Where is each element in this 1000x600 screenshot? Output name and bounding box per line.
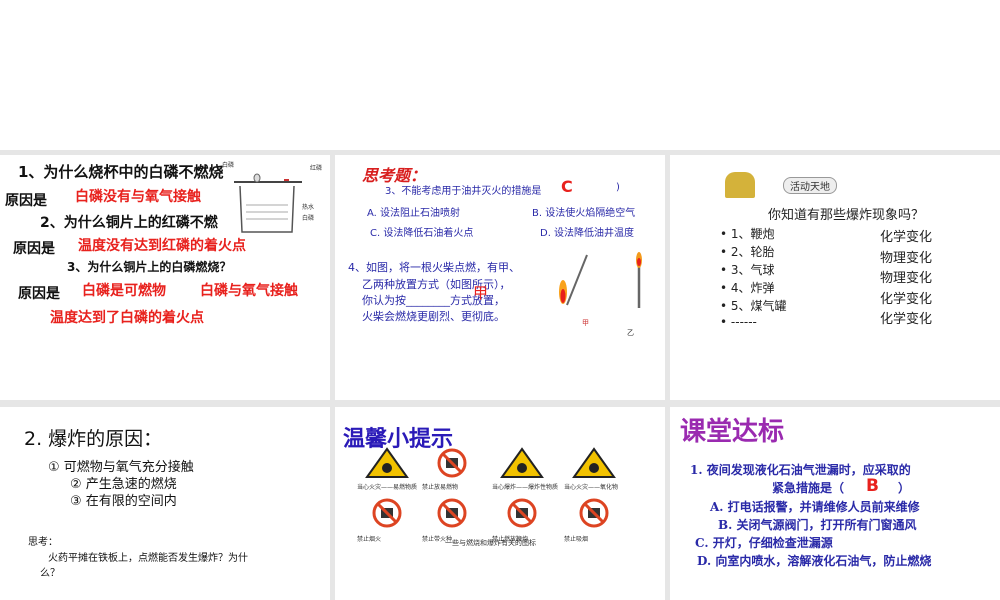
prohibition-sign-icon xyxy=(430,447,474,483)
activity-banner: 活动天地 xyxy=(725,170,865,200)
slide-2-thinking[interactable]: 思考题： 3、不能考虑用于油井灭火的措施是 C ) A. 设法阻止石油喷射 B.… xyxy=(335,155,665,400)
answer-2: 温度没有达到红磷的着火点 xyxy=(78,238,246,254)
boy-icon xyxy=(725,172,755,198)
bullet-item: • 3、气球 xyxy=(720,263,775,277)
option-c: C. 设法降低石油着火点 xyxy=(370,228,474,239)
sign-label: 禁止放易燃物 xyxy=(422,484,459,491)
think-text: 火药平摊在铁板上，点燃能否发生爆炸？为什 xyxy=(48,553,248,564)
signs-caption: 一些与燃烧和爆炸有关的图标 xyxy=(445,539,536,547)
answer-1: 白磷没有与氧气接触 xyxy=(75,189,201,205)
option-d: D. 设法降低油井温度 xyxy=(540,228,635,239)
answer-3c: 温度达到了白磷的着火点 xyxy=(50,310,204,326)
slide-3-activity[interactable]: 活动天地 你知道有那些爆炸现象吗？ • 1、鞭炮 化学变化 • 2、轮胎 物理变化 • … xyxy=(670,155,1000,400)
change-type: 物理变化 xyxy=(880,250,933,266)
cause-point: ③ 在有限的空间内 xyxy=(70,494,177,509)
option-a: A. 打电话报警，并请维修人员前来维修 xyxy=(710,500,920,514)
question-2: 2、为什么铜片上的红磷不燃 xyxy=(40,215,218,231)
answer-b: B xyxy=(866,476,879,496)
option-b: B. 关闭气源阀门，打开所有门窗通风 xyxy=(718,518,917,532)
prohibition-sign-icon xyxy=(365,497,409,533)
item-label: 2、轮胎 xyxy=(730,245,775,259)
label-hot-water: 热水 xyxy=(302,204,315,211)
slide-6-classroom-quiz[interactable]: 课堂达标 1. 夜间发现液化石油气泄漏时，应采取的 紧急措施是（ B ） A. … xyxy=(670,407,1000,600)
question-4-line: 4、如图，将一根火柴点燃，有甲、 xyxy=(348,261,520,274)
question-4-line: 火柴会燃烧更剧烈、更彻底。 xyxy=(362,310,505,323)
option-d: D. 向室内喷水，溶解液化石油气，防止燃烧 xyxy=(697,554,932,568)
item-label: 4、炸弹 xyxy=(730,281,775,295)
sign-label: 当心爆炸——爆炸性物质 xyxy=(492,484,559,491)
answer-jia: 甲 xyxy=(473,284,489,302)
reason-label: 原因是 xyxy=(5,193,47,209)
beaker-diagram: 白磷 红磷 热水 白磷 xyxy=(222,160,327,235)
answer-3a: 白磷是可燃物 xyxy=(82,283,166,299)
option-b: B. 设法使火焰隔绝空气 xyxy=(532,208,636,219)
reason-label: 原因是 xyxy=(13,241,55,257)
answer-3b: 白磷与氧气接触 xyxy=(200,283,298,299)
option-c: C. 开灯，仔细检查泄漏源 xyxy=(695,536,833,550)
think-label: 思考： xyxy=(28,537,58,548)
question-3: 3、为什么铜片上的白磷燃烧？ xyxy=(67,260,232,274)
bullet-item: • 1、鞭炮 xyxy=(720,227,775,241)
bullet-item: • 4、炸弹 xyxy=(720,281,775,295)
label-jia: 甲 xyxy=(582,319,589,327)
item-label: ------ xyxy=(730,315,757,329)
think-text: 么？ xyxy=(40,568,60,579)
sign-label: 当心火灾——易燃物质 xyxy=(357,484,418,491)
label-red-p: 红磷 xyxy=(310,165,323,172)
slide-5-safety-tips[interactable]: 温馨小提示 当心火灾——易燃物质 禁止放易燃物 当心爆炸——爆炸性物质 当心火灾——氧… xyxy=(335,407,665,600)
warning-sign-icon xyxy=(365,447,409,483)
change-type: 化学变化 xyxy=(880,312,933,327)
reason-label: 原因是 xyxy=(18,286,60,302)
question-4-line: 乙两种放置方式（如图所示）， xyxy=(362,278,511,291)
label-white-p-water: 白磷 xyxy=(302,215,315,222)
answer-c: C xyxy=(561,177,573,196)
slide-1-combustion[interactable]: 1、为什么烧杯中的白磷不燃烧 原因是 白磷没有与氧气接触 2、为什么铜片上的红磷… xyxy=(0,155,330,400)
bullet-item: • 2、轮胎 xyxy=(720,245,775,259)
close-paren: ) xyxy=(616,182,620,193)
change-type: 化学变化 xyxy=(880,230,933,245)
question: 你知道有那些爆炸现象吗？ xyxy=(768,208,925,223)
label-white-p: 白磷 xyxy=(222,162,235,169)
change-type: 物理变化 xyxy=(880,271,933,286)
slide-title: 2. 爆炸的原因： xyxy=(24,428,163,450)
bullet-item: • ------ xyxy=(720,315,757,329)
prohibition-sign-icon xyxy=(430,497,474,533)
sign-label: 禁止吸烟 xyxy=(564,536,589,543)
item-label: 5、煤气罐 xyxy=(730,299,787,313)
match-diagram-icon xyxy=(559,252,642,308)
change-type: 化学变化 xyxy=(880,291,933,307)
question-1: 1、为什么烧杯中的白磷不燃烧 xyxy=(18,163,224,181)
slide-title: 课堂达标 xyxy=(680,417,785,447)
warning-sign-icon xyxy=(572,447,616,483)
prohibition-sign-icon xyxy=(572,497,616,533)
banner-text: 活动天地 xyxy=(783,177,837,194)
slide-4-explosion-causes[interactable]: 2. 爆炸的原因： ① 可燃物与氧气充分接触 ② 产生急速的燃烧 ③ 在有限的空… xyxy=(0,407,330,600)
item-label: 1、鞭炮 xyxy=(730,227,775,241)
bullet-item: • 5、煤气罐 xyxy=(720,299,787,313)
prohibition-sign-icon xyxy=(500,497,544,533)
question-3: 3、不能考虑用于油井灭火的措施是 xyxy=(385,186,542,197)
sign-label: 当心火灾——氧化物 xyxy=(564,484,619,491)
item-label: 3、气球 xyxy=(730,263,775,277)
label-yi: 乙 xyxy=(627,329,634,337)
question-line: 紧急措施是（ xyxy=(772,481,845,495)
sign-label: 禁止烟火 xyxy=(357,536,382,543)
close-paren: ） xyxy=(898,481,911,495)
option-a: A. 设法阻止石油喷射 xyxy=(367,208,461,219)
warning-sign-icon xyxy=(500,447,544,483)
